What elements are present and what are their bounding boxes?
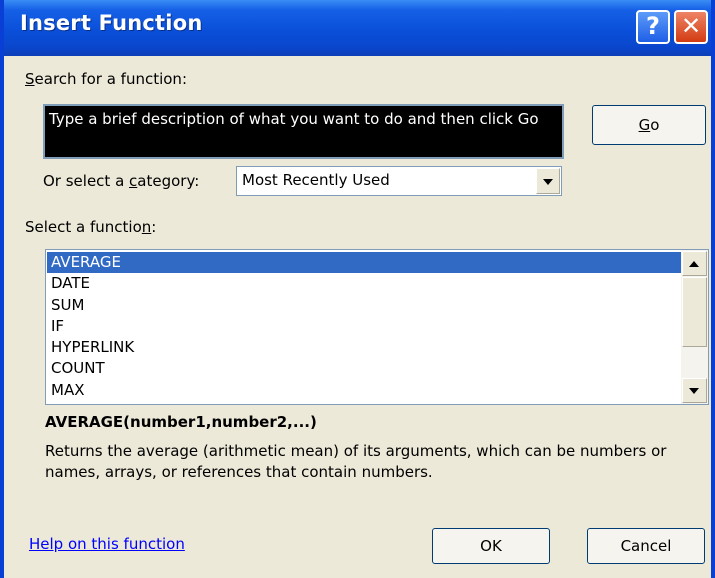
function-list-item[interactable]: HYPERLINK <box>47 337 681 358</box>
arrow-down-icon <box>689 388 699 394</box>
chevron-down-icon <box>543 179 553 185</box>
scroll-thumb[interactable] <box>682 277 707 347</box>
category-label: Or select a category: <box>43 172 200 190</box>
cancel-button[interactable]: Cancel <box>587 528 705 564</box>
function-list-item[interactable]: IF <box>47 316 681 337</box>
function-description: Returns the average (arithmetic mean) of… <box>45 442 667 481</box>
help-icon[interactable]: ? <box>636 10 670 44</box>
function-list: AVERAGE DATE SUM IF HYPERLINK COUNT MAX <box>47 252 681 401</box>
list-scrollbar[interactable] <box>681 250 708 404</box>
function-list-item[interactable]: SUM <box>47 295 681 316</box>
go-button[interactable]: Go <box>592 105 706 145</box>
arrow-up-icon <box>689 261 699 267</box>
scroll-down-button[interactable] <box>682 378 707 403</box>
function-signature: AVERAGE(number1,number2,...) <box>45 413 317 431</box>
scroll-up-button[interactable] <box>682 251 707 276</box>
search-label: Search for a function: <box>25 70 187 88</box>
function-list-label: Select a function: <box>25 218 157 236</box>
title-bar[interactable]: Insert Function ? ✕ <box>4 0 711 56</box>
help-on-function-link[interactable]: Help on this function <box>29 535 185 553</box>
function-list-item[interactable]: MAX <box>47 380 681 401</box>
dialog-title: Insert Function <box>20 11 203 35</box>
dropdown-button[interactable] <box>536 168 560 194</box>
category-selected-value: Most Recently Used <box>242 171 390 189</box>
function-list-item[interactable]: DATE <box>47 273 681 294</box>
ok-button[interactable]: OK <box>432 528 550 564</box>
search-input[interactable]: Type a brief description of what you wan… <box>43 104 564 159</box>
function-list-item[interactable]: AVERAGE <box>47 252 681 274</box>
close-icon[interactable]: ✕ <box>674 10 708 44</box>
category-select[interactable]: Most Recently Used <box>236 166 562 196</box>
insert-function-dialog: Insert Function ? ✕ Search for a functio… <box>0 0 715 578</box>
function-listbox[interactable]: AVERAGE DATE SUM IF HYPERLINK COUNT MAX <box>45 249 709 405</box>
function-list-item[interactable]: COUNT <box>47 358 681 379</box>
